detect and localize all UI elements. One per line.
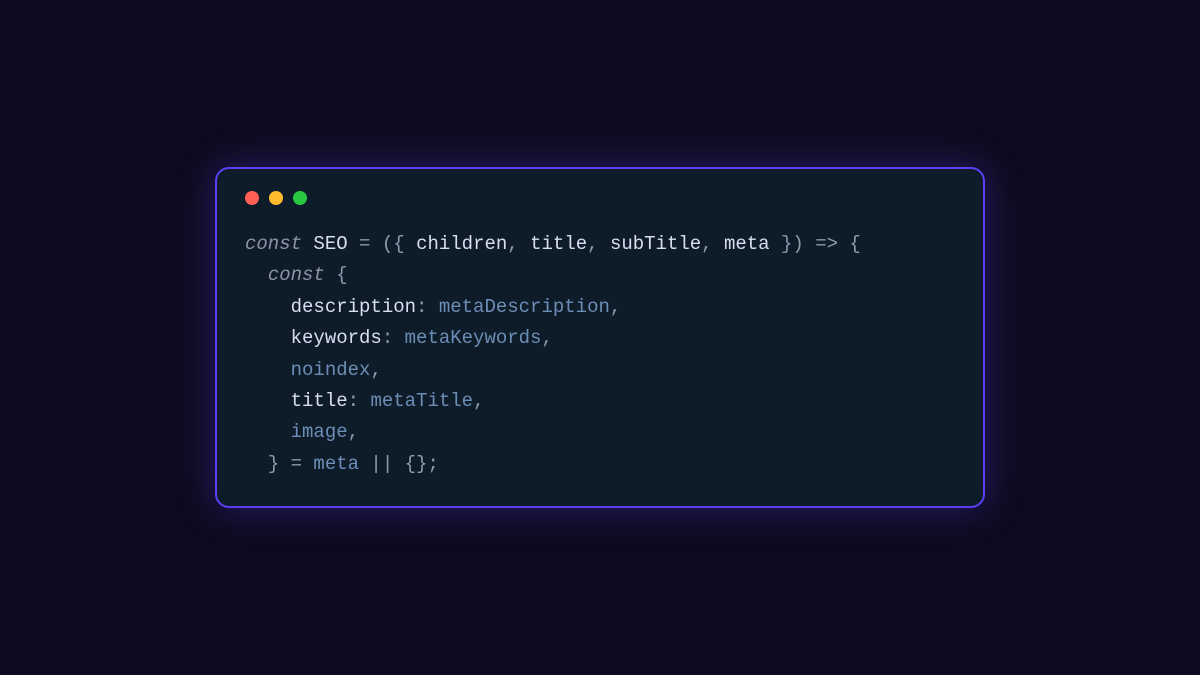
zoom-icon[interactable] xyxy=(293,191,307,205)
code-line: keywords: metaKeywords, xyxy=(245,327,553,349)
code-line: description: metaDescription, xyxy=(245,296,621,318)
code-line: const SEO = ({ children, title, subTitle… xyxy=(245,233,861,255)
minimize-icon[interactable] xyxy=(269,191,283,205)
code-window: const SEO = ({ children, title, subTitle… xyxy=(215,167,985,508)
code-line: noindex, xyxy=(245,359,382,381)
code-line: } = meta || {}; xyxy=(245,453,439,475)
code-line: title: metaTitle, xyxy=(245,390,484,412)
close-icon[interactable] xyxy=(245,191,259,205)
code-line: const { xyxy=(245,264,348,286)
code-line: image, xyxy=(245,421,359,443)
code-card: const SEO = ({ children, title, subTitle… xyxy=(215,167,985,508)
code-block: const SEO = ({ children, title, subTitle… xyxy=(245,229,955,480)
window-traffic-lights xyxy=(245,191,955,205)
